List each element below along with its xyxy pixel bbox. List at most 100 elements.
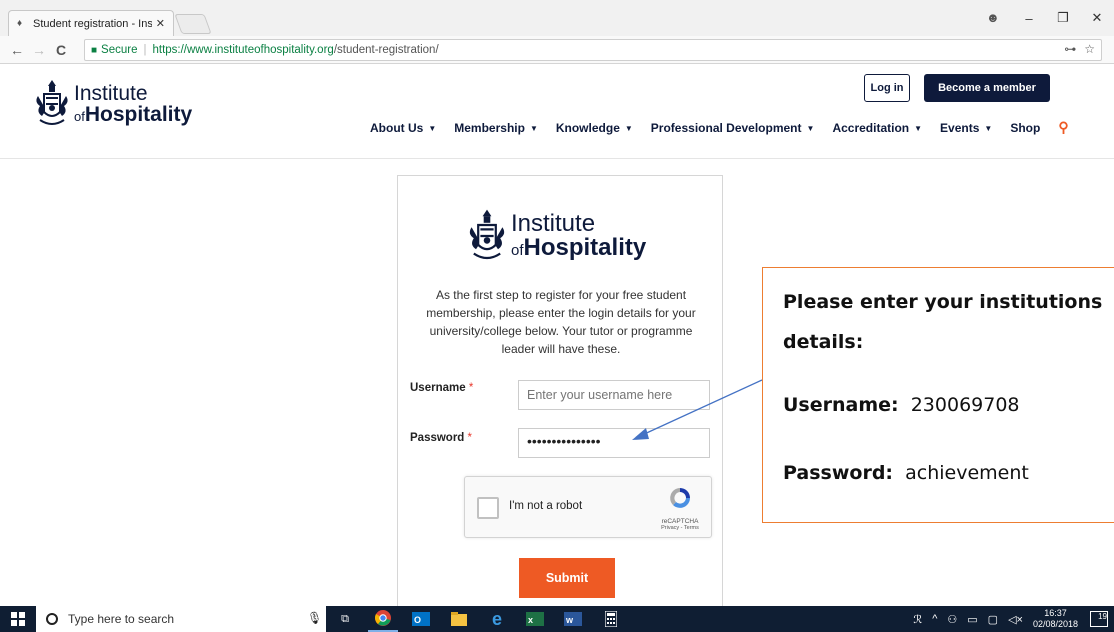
calculator-icon[interactable] xyxy=(596,606,626,632)
site-header: Institute ofHospitality Log in Become a … xyxy=(0,64,1114,159)
system-clock[interactable]: 16:37 02/08/2018 xyxy=(1033,608,1078,630)
network-icon[interactable]: ⚇ xyxy=(947,613,957,626)
url-host: https://www.instituteofhospitality.org xyxy=(152,44,334,56)
tab-title: Student registration - Ins xyxy=(33,17,152,30)
taskbar-search[interactable]: Type here to search xyxy=(36,606,326,632)
callout-password-key: Password: xyxy=(783,462,894,484)
battery-icon[interactable]: ▭ xyxy=(967,613,977,626)
crest-icon xyxy=(36,80,68,125)
system-tray: ℛ ^ ⚇ ▭ ▢ ◁× 16:37 02/08/2018 19 xyxy=(913,606,1114,632)
caret-down-icon: ▼ xyxy=(806,123,815,133)
url-bar[interactable]: ■ Secure | https://www.instituteofhospit… xyxy=(84,39,1102,61)
callout-username-value: 230069708 xyxy=(910,394,1020,416)
recaptcha-icon xyxy=(670,488,690,508)
show-hidden-icons[interactable]: ^ xyxy=(932,613,937,625)
become-member-button[interactable]: Become a member xyxy=(924,74,1050,102)
card-logo-line2: Hospitality xyxy=(523,234,647,261)
recaptcha-logo: reCAPTCHA Privacy - Terms xyxy=(655,485,705,531)
svg-text:O: O xyxy=(414,615,421,625)
new-tab-button[interactable] xyxy=(174,14,212,34)
nav-label: Shop xyxy=(1010,120,1041,135)
lock-icon: ■ xyxy=(91,44,98,56)
microphone-icon[interactable]: 🎙 xyxy=(307,611,322,625)
site-logo[interactable]: Institute ofHospitality xyxy=(32,76,192,132)
forward-icon[interactable]: → xyxy=(28,42,50,58)
password-label-text: Password xyxy=(410,432,465,444)
username-input[interactable] xyxy=(518,380,710,410)
edge-icon[interactable]: e xyxy=(482,606,512,632)
window-controls: – ❐ ✕ xyxy=(1012,0,1114,36)
card-logo-line1: Institute xyxy=(511,210,596,237)
callout-username-key: Username: xyxy=(783,394,899,416)
recaptcha-widget: I'm not a robot reCAPTCHA Privacy - Term… xyxy=(464,476,712,538)
clock-time: 16:37 xyxy=(1044,608,1067,618)
browser-tab-bar: ♦ Student registration - Ins ✕ ☻ – ❐ ✕ xyxy=(0,0,1114,36)
nav-about-us[interactable]: About Us ▼ xyxy=(370,121,436,135)
taskbar-search-placeholder: Type here to search xyxy=(68,612,175,626)
nav-label: Knowledge xyxy=(555,120,620,135)
minimize-button[interactable]: – xyxy=(1012,11,1046,26)
recaptcha-links[interactable]: Privacy - Terms xyxy=(655,525,705,531)
card-logo: Institute ofHospitality xyxy=(465,204,646,268)
registration-card: Institute ofHospitality As the first ste… xyxy=(397,175,723,615)
display-icon[interactable]: ▢ xyxy=(988,613,998,626)
browser-tab[interactable]: ♦ Student registration - Ins ✕ xyxy=(8,10,174,36)
submit-button[interactable]: Submit xyxy=(519,558,615,598)
tab-close-icon[interactable]: ✕ xyxy=(156,17,165,30)
url-bar-actions: ⊶ ☆ xyxy=(1064,42,1095,56)
recaptcha-checkbox[interactable] xyxy=(477,497,499,519)
callout-password-value: achievement xyxy=(905,462,1029,484)
key-icon[interactable]: ⊶ xyxy=(1064,42,1076,56)
site-favicon-icon: ♦ xyxy=(17,17,23,29)
password-input[interactable]: ••••••••••••••• xyxy=(518,428,710,458)
account-icon[interactable]: ☻ xyxy=(986,10,1000,25)
callout-password-row: Password: achievement xyxy=(783,462,1029,484)
file-explorer-icon[interactable] xyxy=(444,606,474,632)
taskbar-apps: ⧉ O e x w xyxy=(330,606,634,632)
chrome-icon[interactable] xyxy=(368,606,398,632)
svg-text:w: w xyxy=(565,615,574,625)
reload-icon[interactable]: C xyxy=(50,42,72,58)
caret-down-icon: ▼ xyxy=(914,123,923,133)
notification-center-icon[interactable]: 19 xyxy=(1090,611,1108,627)
url-path: /student-registration/ xyxy=(333,44,439,56)
nav-events[interactable]: Events ▼ xyxy=(940,121,992,135)
nav-membership[interactable]: Membership ▼ xyxy=(454,121,538,135)
url-separator: | xyxy=(143,44,147,56)
recaptcha-brand: reCAPTCHA xyxy=(661,518,699,525)
required-mark: * xyxy=(467,432,473,444)
volume-icon[interactable]: ◁× xyxy=(1008,613,1023,626)
outlook-icon[interactable]: O xyxy=(406,606,436,632)
main-nav: About Us ▼ Membership ▼ Knowledge ▼ Profess… xyxy=(370,119,1069,136)
caret-down-icon: ▼ xyxy=(984,123,993,133)
people-icon[interactable]: ℛ xyxy=(913,613,922,626)
task-view-icon[interactable]: ⧉ xyxy=(330,606,360,632)
excel-icon[interactable]: x xyxy=(520,606,550,632)
nav-professional-development[interactable]: Professional Development ▼ xyxy=(651,121,815,135)
callout-heading: Please enter your institutions details: xyxy=(783,291,1103,353)
username-label: Username * xyxy=(410,382,473,394)
word-icon[interactable]: w xyxy=(558,606,588,632)
required-mark: * xyxy=(468,382,474,394)
caret-down-icon: ▼ xyxy=(428,123,437,133)
nav-label: About Us xyxy=(370,120,424,135)
logo-of: of xyxy=(74,109,85,124)
login-button[interactable]: Log in xyxy=(864,74,910,102)
search-icon[interactable]: ⚲ xyxy=(1058,119,1068,136)
clock-date: 02/08/2018 xyxy=(1032,619,1078,629)
windows-start-button[interactable] xyxy=(0,606,36,632)
nav-shop[interactable]: Shop xyxy=(1010,121,1040,135)
close-window-button[interactable]: ✕ xyxy=(1080,10,1114,26)
nav-accreditation[interactable]: Accreditation ▼ xyxy=(832,121,922,135)
username-label-text: Username xyxy=(410,382,466,394)
windows-logo-icon xyxy=(11,612,25,626)
recaptcha-label: I'm not a robot xyxy=(509,500,583,512)
logo-wordmark: Institute ofHospitality xyxy=(74,83,192,125)
secure-label: Secure xyxy=(101,44,138,56)
bookmark-star-icon[interactable]: ☆ xyxy=(1084,42,1095,56)
nav-label: Membership xyxy=(454,120,525,135)
maximize-button[interactable]: ❐ xyxy=(1046,10,1080,26)
crest-icon xyxy=(469,209,505,260)
nav-knowledge[interactable]: Knowledge ▼ xyxy=(556,121,633,135)
back-icon[interactable]: ← xyxy=(6,42,28,58)
